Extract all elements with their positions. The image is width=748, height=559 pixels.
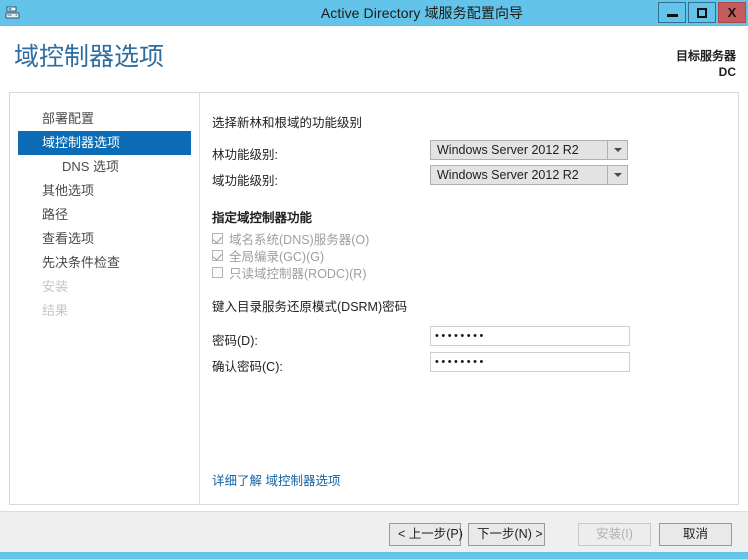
- sidebar-item-label: DNS 选项: [62, 159, 120, 174]
- window-controls: X: [658, 2, 746, 23]
- chevron-down-icon[interactable]: [607, 166, 627, 184]
- back-button[interactable]: < 上一步(P): [389, 523, 463, 546]
- target-server-value: DC: [718, 65, 736, 80]
- wizard-window: Active Directory 域服务配置向导 X 域控制器选项 目标服务器 …: [0, 0, 748, 559]
- minimize-button[interactable]: [658, 2, 686, 23]
- capabilities-section-title: 指定域控制器功能: [212, 211, 313, 225]
- install-button: 安装(I): [578, 523, 651, 546]
- sidebar-item-results: 结果: [18, 299, 191, 323]
- sidebar-item-label: 查看选项: [42, 231, 95, 246]
- sidebar-item-label: 域控制器选项: [42, 135, 121, 150]
- footer-button-bar: < 上一步(P) 下一步(N) > 安装(I) 取消: [0, 511, 748, 552]
- window-title: Active Directory 域服务配置向导: [320, 5, 524, 21]
- checkbox-icon: [212, 267, 223, 278]
- wizard-steps-sidebar: 部署配置 域控制器选项 DNS 选项 其他选项 路径 查看选项 先决条件检查 安…: [10, 93, 200, 504]
- dsrm-confirm-password-input[interactable]: ••••••••: [430, 352, 630, 372]
- bottom-accent-bar: [0, 552, 748, 559]
- cancel-button[interactable]: 取消: [659, 523, 732, 546]
- dsrm-password-label: 密码(D):: [212, 334, 258, 348]
- sidebar-item-review-options[interactable]: 查看选项: [18, 227, 191, 251]
- page-header: 域控制器选项 目标服务器 DC: [0, 26, 748, 92]
- main-content: 选择新林和根域的功能级别 林功能级别: Windows Server 2012 …: [201, 93, 739, 504]
- checkbox-read-only-dc: 只读域控制器(RODC)(R): [212, 263, 366, 282]
- chevron-down-icon[interactable]: [607, 141, 627, 159]
- sidebar-item-label: 部署配置: [42, 111, 95, 126]
- minimize-icon: [666, 14, 678, 17]
- sidebar-item-prerequisites-check[interactable]: 先决条件检查: [18, 251, 191, 275]
- dsrm-password-input[interactable]: ••••••••: [430, 326, 630, 346]
- dsrm-confirm-password-label: 确认密码(C):: [212, 360, 283, 374]
- sidebar-item-paths[interactable]: 路径: [18, 203, 191, 227]
- checkbox-icon: [212, 233, 223, 244]
- title-bar: Active Directory 域服务配置向导 X: [0, 0, 748, 26]
- checkbox-icon: [212, 250, 223, 261]
- sidebar-item-label: 安装: [42, 279, 69, 294]
- domain-functional-level-dropdown[interactable]: Windows Server 2012 R2: [430, 165, 628, 185]
- forest-functional-level-label: 林功能级别:: [212, 148, 278, 162]
- domain-functional-level-label: 域功能级别:: [212, 174, 278, 188]
- sidebar-item-label: 其他选项: [42, 183, 95, 198]
- target-server-info: 目标服务器 DC: [676, 48, 736, 80]
- sidebar-item-dns-options[interactable]: DNS 选项: [18, 155, 191, 179]
- sidebar-item-installation: 安装: [18, 275, 191, 299]
- sidebar-item-label: 路径: [42, 207, 69, 222]
- target-server-label: 目标服务器: [675, 49, 736, 63]
- checkbox-label: 只读域控制器(RODC)(R): [229, 267, 367, 281]
- maximize-button[interactable]: [688, 2, 716, 23]
- sidebar-item-deployment-config[interactable]: 部署配置: [18, 107, 191, 131]
- close-button[interactable]: X: [718, 2, 746, 23]
- content-panel: 部署配置 域控制器选项 DNS 选项 其他选项 路径 查看选项 先决条件检查 安…: [9, 92, 739, 505]
- functional-level-section-title: 选择新林和根域的功能级别: [212, 116, 363, 130]
- sidebar-item-additional-options[interactable]: 其他选项: [18, 179, 191, 203]
- page-title: 域控制器选项: [14, 43, 165, 71]
- forest-functional-level-value: Windows Server 2012 R2: [437, 143, 579, 157]
- server-icon: [0, 0, 26, 26]
- next-button[interactable]: 下一步(N) >: [468, 523, 545, 546]
- learn-more-link[interactable]: 详细了解 域控制器选项: [212, 470, 340, 489]
- sidebar-item-label: 先决条件检查: [42, 255, 121, 270]
- dsrm-section-title: 键入目录服务还原模式(DSRM)密码: [212, 300, 408, 314]
- sidebar-item-label: 结果: [42, 303, 69, 318]
- domain-functional-level-value: Windows Server 2012 R2: [437, 168, 579, 182]
- sidebar-item-domain-controller-options[interactable]: 域控制器选项: [18, 131, 191, 155]
- forest-functional-level-dropdown[interactable]: Windows Server 2012 R2: [430, 140, 628, 160]
- close-icon: X: [727, 5, 737, 20]
- maximize-icon: [697, 7, 707, 18]
